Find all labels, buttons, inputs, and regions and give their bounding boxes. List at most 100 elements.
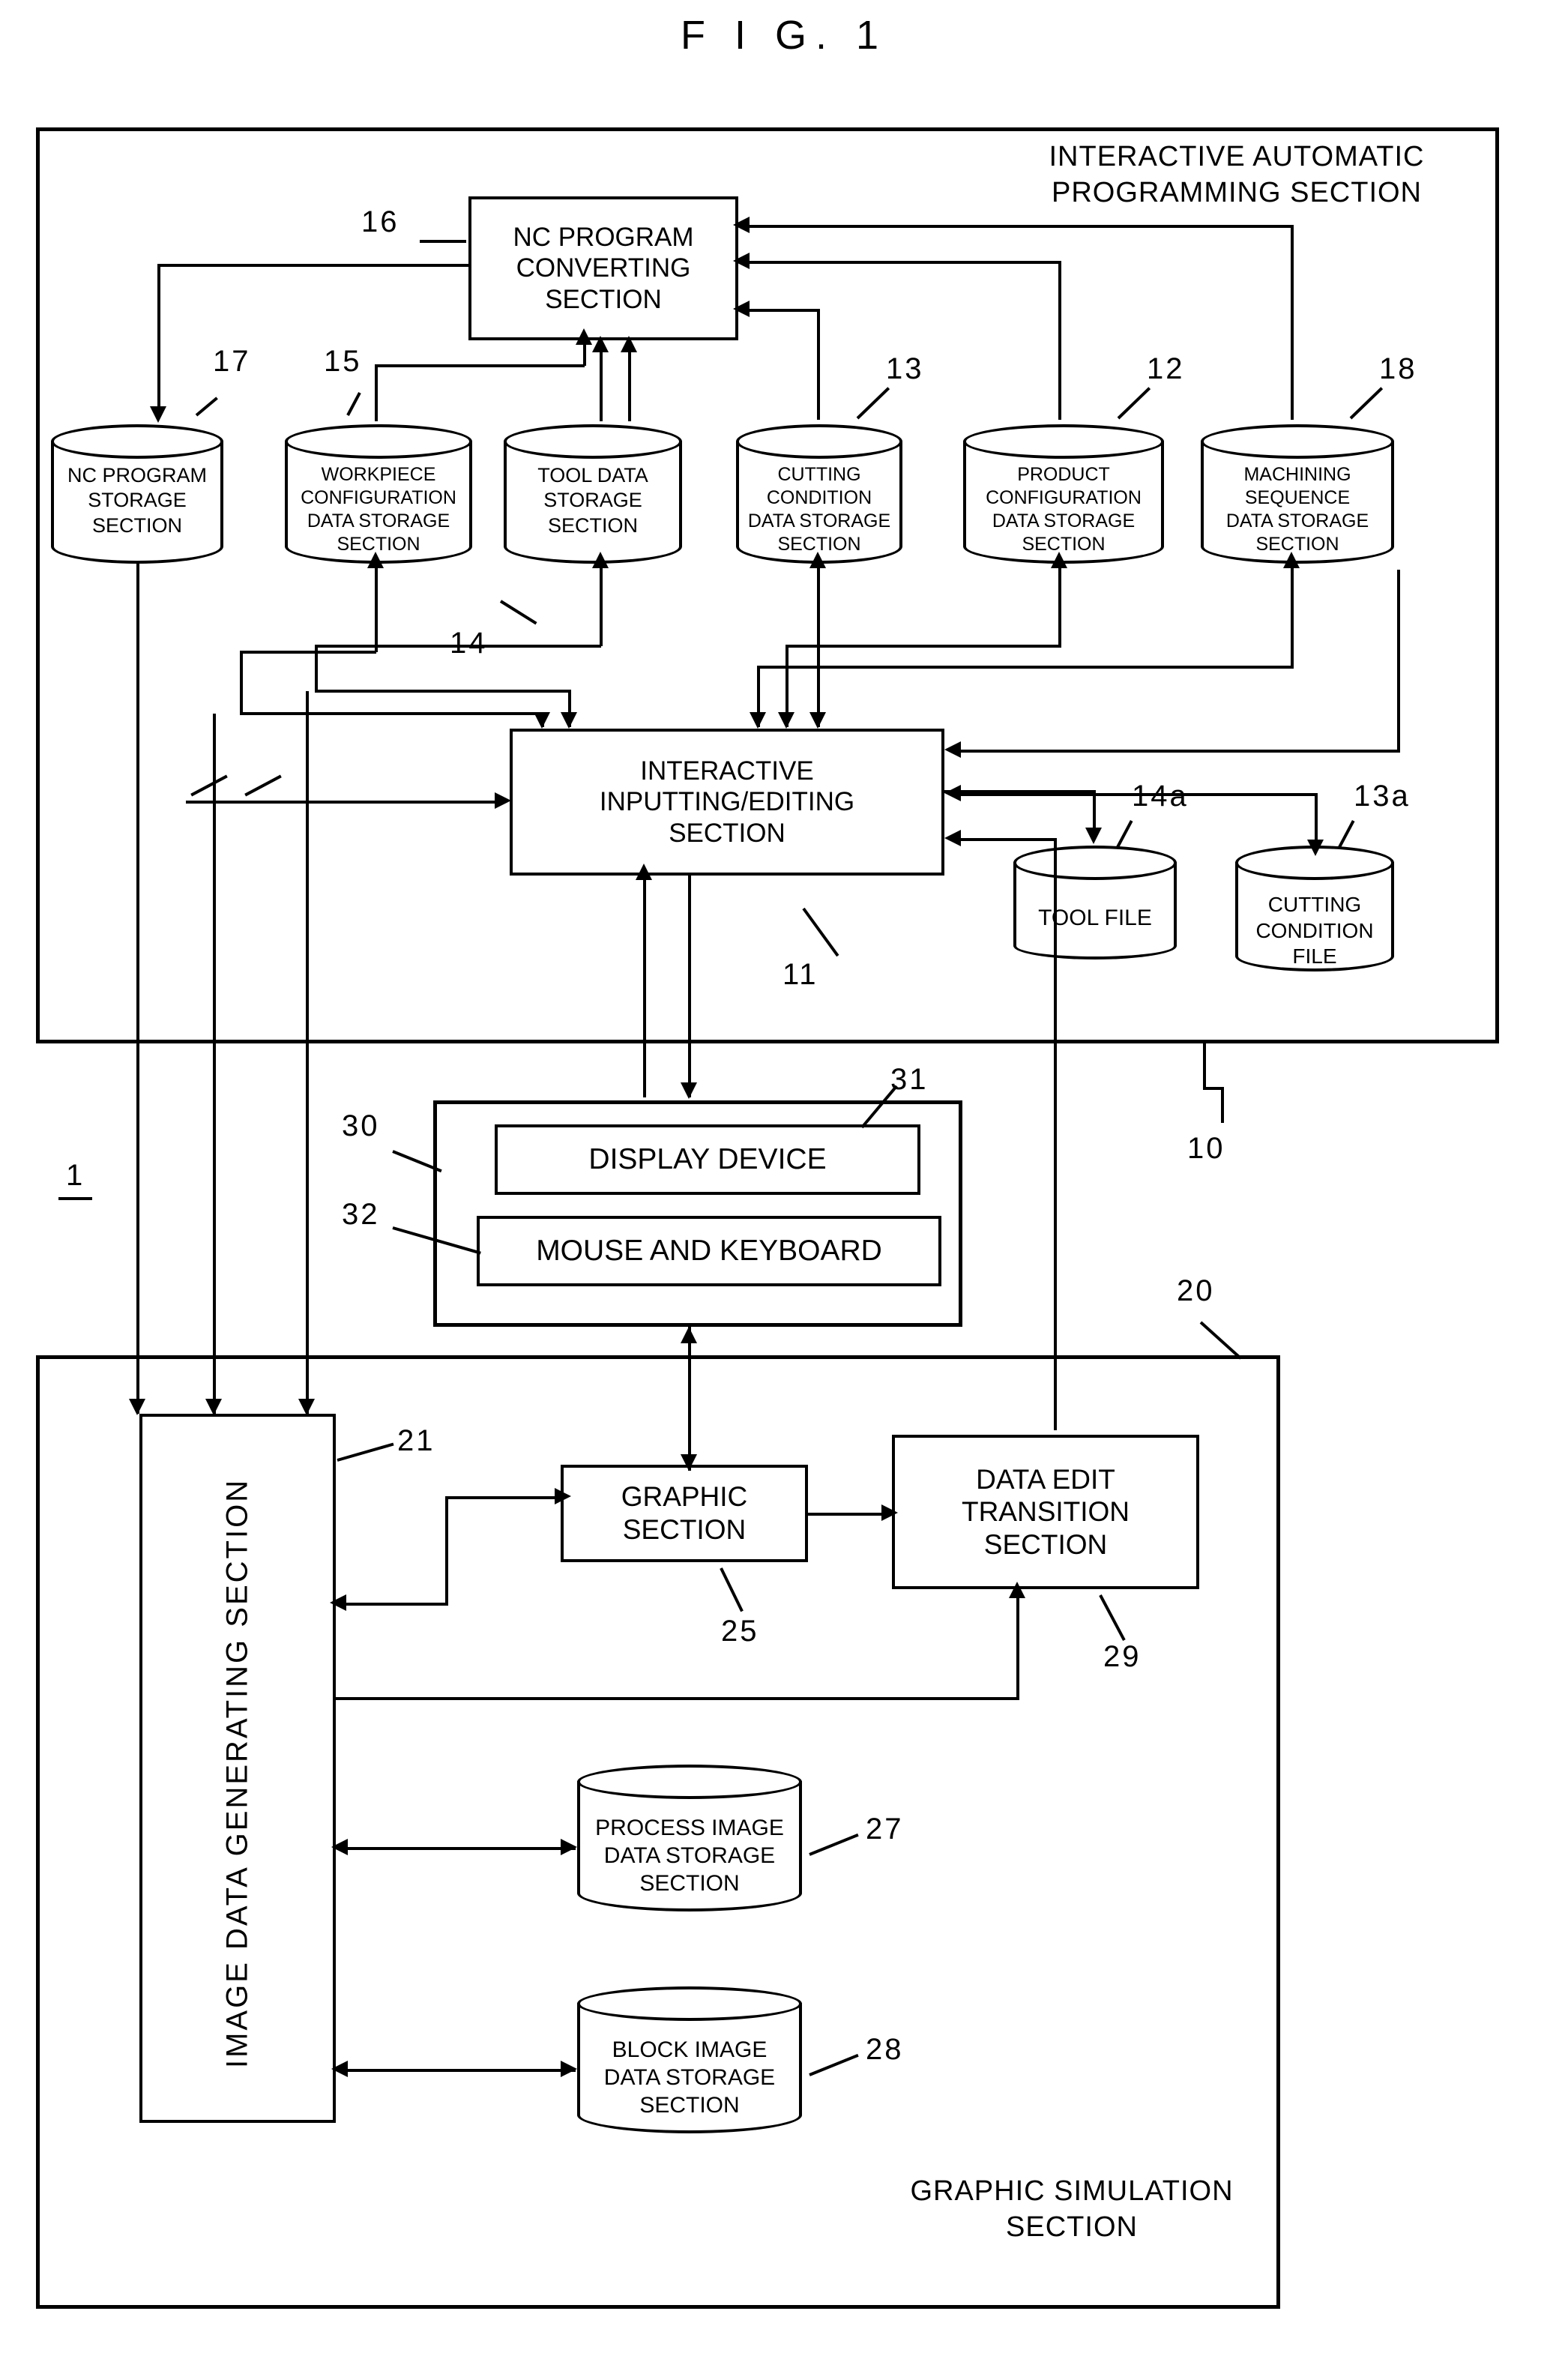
arrow-14-into-iie	[561, 712, 577, 729]
arrow-graphic-into-display	[681, 1327, 697, 1343]
process-image-data-storage-section[interactable]: PROCESS IMAGE DATA STORAGE SECTION	[577, 1765, 802, 1911]
line-graphic-to-dets	[808, 1513, 886, 1516]
interactive-inputting-editing-label: INTERACTIVE INPUTTING/EDITING SECTION	[599, 756, 855, 848]
arrow-right-into-iie-1	[944, 741, 961, 758]
arrow-27-into-21	[331, 1839, 348, 1855]
line-21-to-dets	[336, 1697, 1019, 1700]
arrow-into-cutting-condition-file	[1307, 840, 1324, 856]
ref-28: 28	[866, 2033, 904, 2066]
line-13a-down	[1315, 793, 1318, 844]
line-12-across	[785, 645, 1061, 648]
arrow-28-into-21	[331, 2061, 348, 2077]
arrow-up-into-conv-3	[621, 336, 637, 352]
line-into-nc-conv-1	[739, 225, 1294, 228]
product-configuration-data-storage-section[interactable]: PRODUCT CONFIGURATION DATA STORAGE SECTI…	[963, 424, 1164, 564]
line-graphic-back-to-21	[336, 1603, 448, 1606]
ref-31: 31	[890, 1063, 929, 1096]
line-left-into-iie	[186, 801, 505, 804]
line-15-riser	[583, 345, 586, 366]
machining-sequence-label: MACHINING SEQUENCE DATA STORAGE SECTION	[1225, 464, 1369, 555]
ref-17: 17	[213, 345, 251, 378]
ref-11: 11	[783, 958, 818, 991]
arrow-12-into-iie	[778, 712, 794, 729]
ref-16-leader	[420, 240, 466, 243]
cutting-condition-file-label: CUTTING CONDITION FILE	[1255, 893, 1374, 968]
ref-12: 12	[1147, 352, 1185, 385]
tool-data-storage-label: TOOL DATA STORAGE SECTION	[537, 464, 648, 537]
display-device[interactable]: DISPLAY DEVICE	[495, 1124, 920, 1195]
cylinder-top	[736, 424, 902, 459]
machining-sequence-data-storage-section[interactable]: MACHINING SEQUENCE DATA STORAGE SECTION	[1201, 424, 1394, 564]
arrow-into-graphic-section	[555, 1488, 571, 1504]
line-14-up-to-conv	[600, 352, 603, 421]
line-nc-conv-to-left	[157, 264, 471, 267]
arrow-into-18	[1283, 552, 1300, 568]
tool-data-storage-section[interactable]: TOOL DATA STORAGE SECTION	[504, 424, 682, 564]
nc-program-storage-section[interactable]: NC PROGRAM STORAGE SECTION	[51, 424, 223, 564]
arrow-right-into-iie-3	[944, 830, 961, 846]
line-13-up	[817, 309, 820, 420]
ref-16: 16	[361, 205, 399, 238]
process-image-storage-label: PROCESS IMAGE DATA STORAGE SECTION	[595, 1816, 784, 1896]
line-21-to-27	[337, 1847, 576, 1850]
arrow-18-into-iie	[750, 712, 766, 729]
line-left-down-to-17	[157, 264, 160, 414]
ref-25: 25	[721, 1615, 759, 1648]
line-18-across	[757, 666, 1294, 669]
arrow-into-14	[592, 552, 609, 568]
nc-program-converting-section[interactable]: NC PROGRAM CONVERTING SECTION	[468, 196, 738, 340]
ref-15: 15	[324, 345, 362, 378]
arrow-into-graphic	[681, 1454, 697, 1471]
line-from-dets-up	[1054, 838, 1057, 1430]
cutting-condition-file[interactable]: CUTTING CONDITION FILE	[1235, 846, 1394, 971]
ref-14: 14	[450, 627, 488, 660]
arrow-graphic-into-21	[330, 1594, 346, 1611]
arrow-into-dets-bottom	[1009, 1582, 1025, 1598]
line-right-into-iie-3	[950, 838, 1057, 841]
tool-file[interactable]: TOOL FILE	[1013, 846, 1177, 959]
line-14b-up-to-conv	[628, 352, 631, 421]
graphic-section[interactable]: GRAPHIC SECTION	[561, 1465, 808, 1562]
ref-13: 13	[886, 352, 924, 385]
line-12-up	[1058, 261, 1061, 420]
workpiece-configuration-label: WORKPIECE CONFIGURATION DATA STORAGE SEC…	[301, 464, 456, 555]
arrow-left-into-iie	[495, 792, 511, 809]
line-18-down-right	[1397, 570, 1400, 753]
ref-14a: 14a	[1132, 780, 1189, 813]
cylinder-top	[963, 424, 1164, 459]
cylinder-top	[1013, 846, 1177, 880]
arrow-into-13	[809, 552, 826, 568]
ref-10-leader-h	[1203, 1087, 1222, 1090]
mouse-and-keyboard[interactable]: MOUSE AND KEYBOARD	[477, 1216, 941, 1286]
ref-10-leader-v	[1203, 1043, 1206, 1088]
nc-program-converting-label: NC PROGRAM CONVERTING SECTION	[513, 223, 694, 314]
line-15-to-iie	[240, 712, 544, 715]
arrow-13-into-iie	[809, 712, 826, 729]
arrow-up-into-conv-2	[592, 336, 609, 352]
interactive-inputting-editing-section[interactable]: INTERACTIVE INPUTTING/EDITING SECTION	[510, 729, 944, 876]
line-14-across	[315, 645, 601, 648]
ref-32: 32	[342, 1198, 380, 1231]
data-edit-transition-section[interactable]: DATA EDIT TRANSITION SECTION	[892, 1435, 1199, 1589]
arrow-14-into-21	[298, 1399, 315, 1415]
arrow-into-nc-conv-1	[733, 217, 750, 233]
arrow-21-into-28	[561, 2061, 577, 2077]
line-right-into-iie-2	[950, 793, 1318, 796]
ref-18: 18	[1379, 352, 1417, 385]
line-15-across	[375, 364, 585, 367]
arrow-right-into-iie-2	[944, 785, 961, 801]
cylinder-top	[577, 1765, 802, 1799]
product-configuration-label: PRODUCT CONFIGURATION DATA STORAGE SECTI…	[986, 464, 1142, 555]
cutting-condition-data-storage-section[interactable]: CUTTING CONDITION DATA STORAGE SECTION	[736, 424, 902, 564]
line-into-nc-conv-3	[739, 309, 820, 312]
arrow-into-toolfile	[1085, 828, 1102, 844]
stem-18	[1291, 564, 1294, 667]
block-image-data-storage-section[interactable]: BLOCK IMAGE DATA STORAGE SECTION	[577, 1986, 802, 2133]
workpiece-configuration-data-storage-section[interactable]: WORKPIECE CONFIGURATION DATA STORAGE SEC…	[285, 424, 472, 564]
display-device-label: DISPLAY DEVICE	[588, 1142, 827, 1175]
line-iie-to-display	[688, 876, 691, 1097]
line-21-to-graphic	[445, 1496, 559, 1499]
cylinder-top	[577, 1986, 802, 2021]
image-data-generating-section[interactable]: IMAGE DATA GENERATING SECTION	[139, 1414, 336, 2123]
tool-file-label: TOOL FILE	[1038, 906, 1152, 930]
